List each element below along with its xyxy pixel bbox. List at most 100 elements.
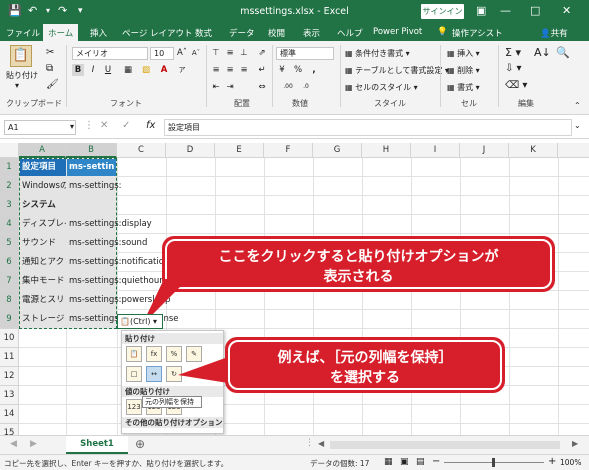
- column-header-k[interactable]: K: [509, 143, 558, 158]
- copy-icon[interactable]: ⧉: [46, 63, 53, 74]
- number-format-select[interactable]: 標準: [276, 47, 334, 60]
- row-header-12[interactable]: 12: [0, 367, 19, 386]
- tab-power-pivot[interactable]: Power Pivot: [373, 27, 422, 37]
- hscroll-right-icon[interactable]: ▶: [572, 439, 578, 448]
- zoom-in-icon[interactable]: +: [548, 456, 556, 467]
- format-cells-button[interactable]: ▦ 書式 ▾: [447, 82, 480, 93]
- align-center-icon[interactable]: ≡: [224, 64, 236, 76]
- zoom-slider-thumb[interactable]: [492, 458, 495, 467]
- increase-indent-icon[interactable]: ⇥: [224, 81, 236, 93]
- decrease-indent-icon[interactable]: ⇤: [210, 81, 222, 93]
- paste-no-borders-icon[interactable]: □: [126, 366, 142, 382]
- formula-input[interactable]: 設定項目: [164, 119, 572, 136]
- row-header-4[interactable]: 4: [0, 215, 19, 234]
- paste-button-label[interactable]: 貼り付け: [6, 70, 38, 81]
- insert-cells-button[interactable]: ▦ 挿入 ▾: [447, 48, 480, 59]
- cancel-formula-icon[interactable]: ✕: [100, 120, 108, 131]
- column-header-g[interactable]: G: [313, 143, 362, 158]
- paste-options-button[interactable]: 📋(Ctrl) ▾: [117, 314, 163, 329]
- maximize-icon[interactable]: □: [530, 4, 540, 17]
- select-all-corner[interactable]: [0, 143, 19, 158]
- align-top-icon[interactable]: ⊤: [210, 47, 222, 59]
- orientation-icon[interactable]: ⇗: [256, 47, 268, 59]
- clear-icon[interactable]: ⌫ ▾: [505, 80, 527, 91]
- cell-b6[interactable]: ms-settings:notifications: [67, 253, 174, 272]
- column-header-a[interactable]: A: [19, 143, 66, 158]
- tab-page-layout[interactable]: ページ レイアウト: [122, 27, 193, 39]
- next-sheet-icon[interactable]: ▶: [30, 439, 37, 449]
- ribbon-display-icon[interactable]: ▣: [476, 4, 486, 17]
- cut-icon[interactable]: ✂: [46, 47, 54, 58]
- row-header-5[interactable]: 5: [0, 234, 19, 253]
- cell-a7[interactable]: 集中モード: [20, 272, 66, 291]
- comma-icon[interactable]: ,: [308, 64, 320, 76]
- column-header-c[interactable]: C: [117, 143, 166, 158]
- cell-a9[interactable]: ストレージ: [20, 310, 66, 329]
- paste-values-icon[interactable]: 123: [126, 399, 142, 415]
- column-header-b[interactable]: B: [66, 143, 117, 158]
- phonetic-icon[interactable]: ア: [176, 64, 188, 76]
- paste-keep-column-width-icon[interactable]: ↔: [146, 366, 162, 382]
- row-header-14[interactable]: 14: [0, 405, 19, 424]
- page-layout-view-icon[interactable]: ▣: [400, 457, 409, 467]
- name-box[interactable]: A1: [4, 120, 76, 135]
- column-header-i[interactable]: I: [411, 143, 460, 158]
- autosum-icon[interactable]: Σ ▾: [505, 46, 521, 59]
- zoom-out-icon[interactable]: −: [432, 456, 440, 467]
- sort-filter-icon[interactable]: A↓: [534, 46, 551, 59]
- tab-review[interactable]: 校閲: [268, 27, 285, 39]
- row-header-2[interactable]: 2: [0, 177, 19, 196]
- row-header-10[interactable]: 10: [0, 329, 19, 348]
- align-middle-icon[interactable]: ≡: [224, 47, 236, 59]
- normal-view-icon[interactable]: ▦: [384, 457, 393, 467]
- font-size-select[interactable]: 10: [150, 47, 174, 60]
- format-painter-icon[interactable]: 🖌: [46, 79, 59, 90]
- font-name-select[interactable]: メイリオ: [72, 47, 148, 60]
- find-select-icon[interactable]: 🔍: [556, 46, 570, 59]
- cell-b4[interactable]: ms-settings:display: [67, 215, 152, 234]
- italic-icon[interactable]: I: [87, 64, 99, 76]
- paste-icon[interactable]: 📋: [126, 346, 142, 362]
- zoom-level[interactable]: 100%: [560, 458, 581, 467]
- font-color-icon[interactable]: A: [158, 64, 170, 76]
- row-header-15[interactable]: 15: [0, 424, 19, 435]
- minimize-icon[interactable]: —: [500, 4, 511, 17]
- page-break-view-icon[interactable]: ▤: [416, 457, 425, 467]
- format-as-table-button[interactable]: ▦ テーブルとして書式設定 ▾: [345, 65, 449, 76]
- column-header-h[interactable]: H: [362, 143, 411, 158]
- delete-cells-button[interactable]: ▦ 削除 ▾: [447, 65, 480, 76]
- row-header-13[interactable]: 13: [0, 386, 19, 405]
- share-button[interactable]: 👤共有: [540, 27, 568, 39]
- name-box-dropdown-icon[interactable]: ▾: [70, 122, 74, 131]
- enter-formula-icon[interactable]: ✓: [122, 120, 130, 131]
- border-icon[interactable]: ▦: [122, 64, 134, 76]
- align-left-icon[interactable]: ≡: [210, 64, 222, 76]
- tell-me-search[interactable]: 操作アシスト: [452, 27, 503, 39]
- conditional-format-button[interactable]: ▦ 条件付き書式 ▾: [345, 48, 410, 59]
- tab-home[interactable]: ホーム: [43, 24, 79, 41]
- row-header-8[interactable]: 8: [0, 291, 19, 310]
- row-header-11[interactable]: 11: [0, 348, 19, 367]
- row-header-1[interactable]: 1: [0, 158, 19, 177]
- cell-a3[interactable]: システム: [20, 196, 116, 215]
- bold-icon[interactable]: B: [72, 64, 84, 76]
- fill-icon[interactable]: ⇩ ▾: [505, 63, 522, 74]
- cell-b1[interactable]: ms-settin: [67, 158, 116, 177]
- fill-color-icon[interactable]: ▧: [140, 64, 152, 76]
- currency-icon[interactable]: ¥: [276, 64, 288, 76]
- worksheet-grid[interactable]: A B C D E F G H I J K 1 2 3 4 5 6 7 8 9 …: [0, 139, 589, 435]
- add-sheet-icon[interactable]: ⊕: [135, 437, 145, 451]
- sheet-tab-sheet1[interactable]: Sheet1: [66, 436, 128, 454]
- tab-view[interactable]: 表示: [303, 27, 320, 39]
- cell-a8[interactable]: 電源とスリ: [20, 291, 66, 310]
- tab-help[interactable]: ヘルプ: [337, 27, 363, 39]
- prev-sheet-icon[interactable]: ◀: [10, 439, 17, 449]
- cell-a1[interactable]: 設定項目: [20, 158, 66, 177]
- column-header-partial[interactable]: [558, 143, 589, 158]
- row-header-9[interactable]: 9: [0, 310, 19, 329]
- column-header-e[interactable]: E: [215, 143, 264, 158]
- row-header-7[interactable]: 7: [0, 272, 19, 291]
- cell-b2[interactable]: ms-settings:: [67, 177, 122, 196]
- increase-font-icon[interactable]: Aˆ: [176, 47, 188, 59]
- align-bottom-icon[interactable]: ⊥: [238, 47, 250, 59]
